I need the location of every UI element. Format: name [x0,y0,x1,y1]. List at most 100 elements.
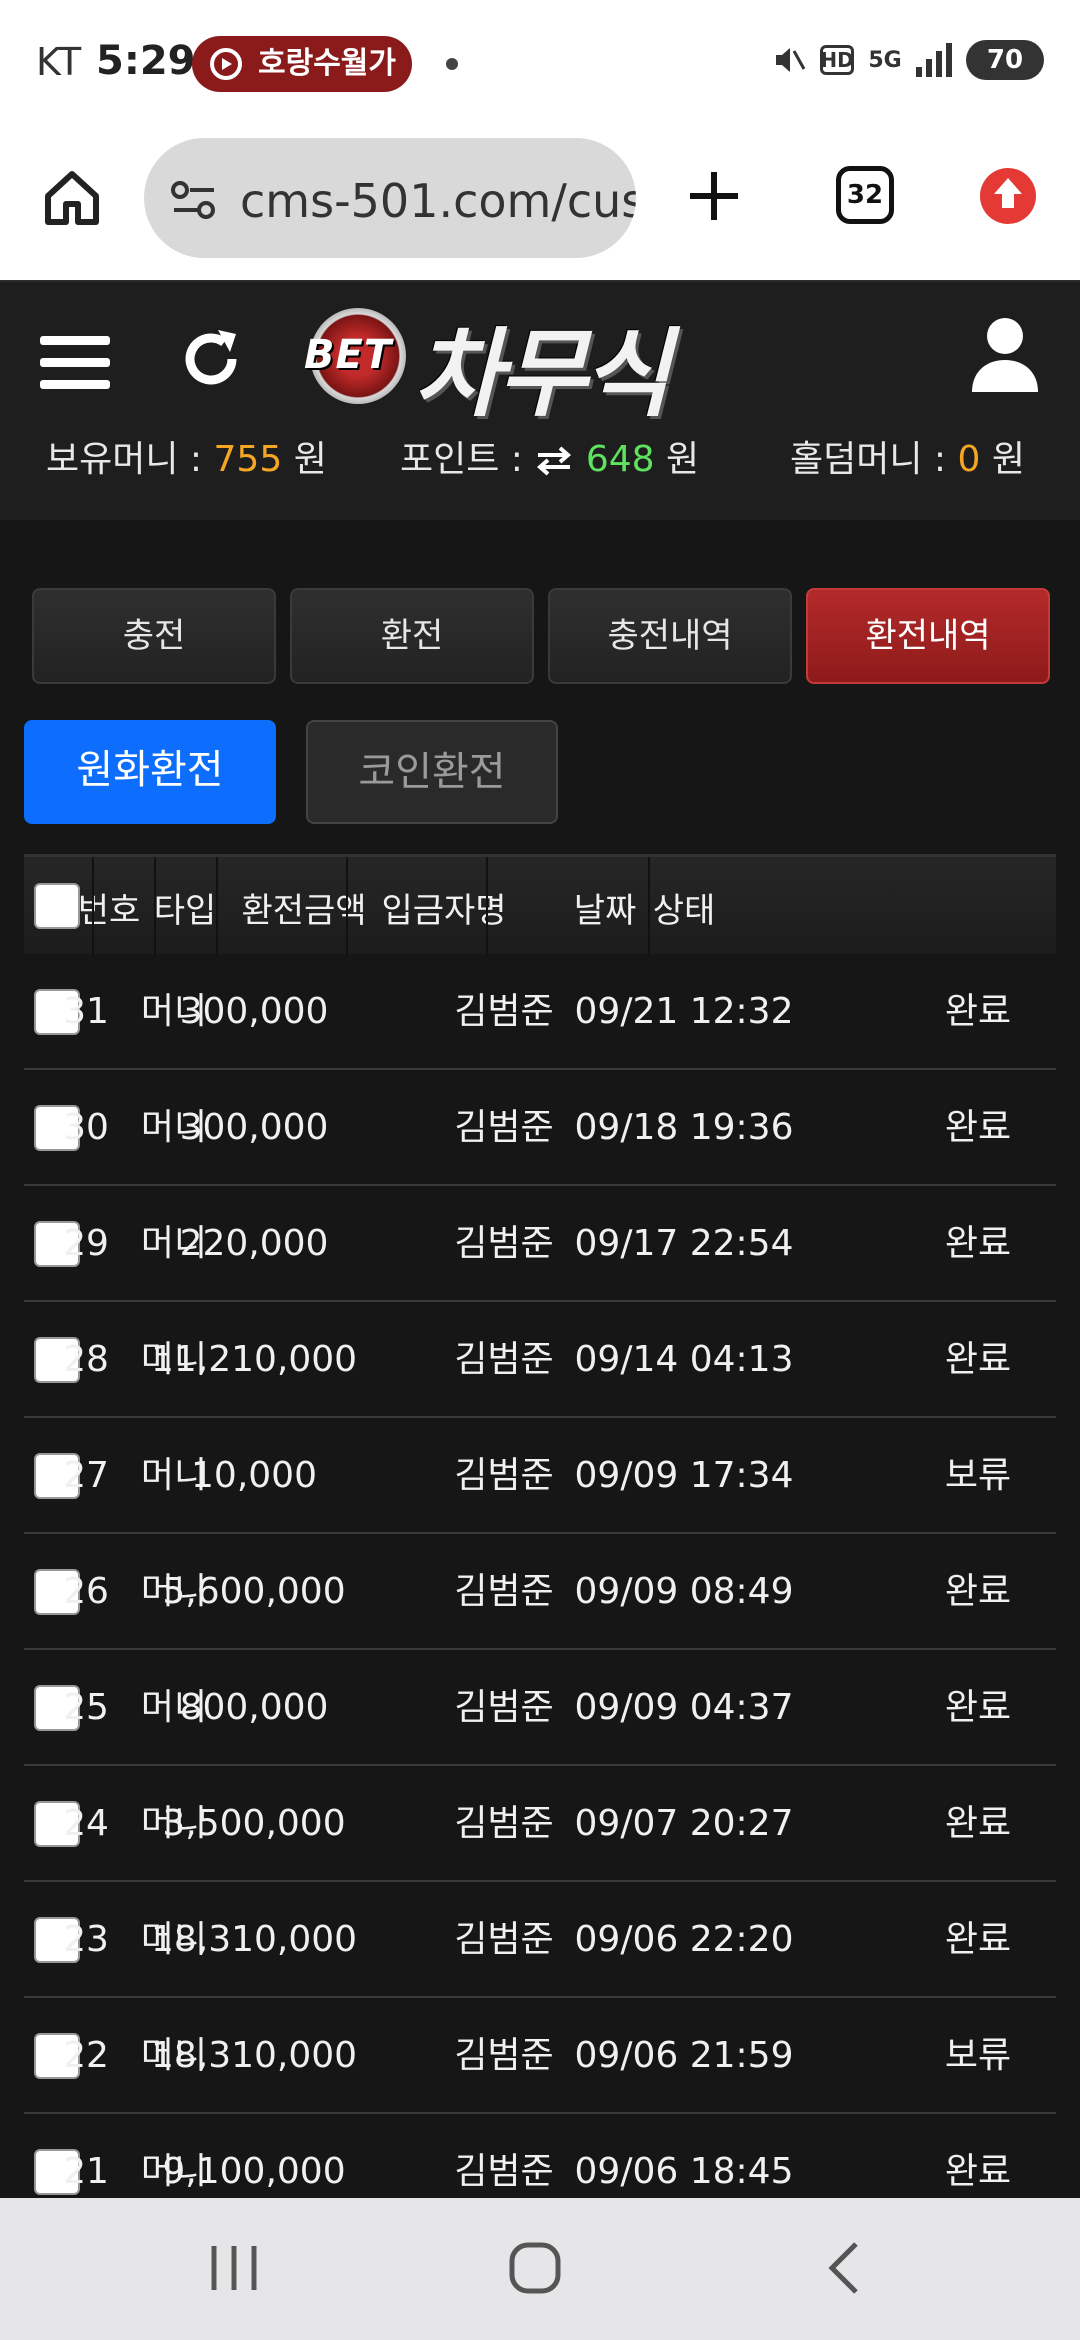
address-bar[interactable]: cms-501.com/cus [144,138,636,258]
cell-amount: 9,100,000 [162,2151,346,2192]
home-icon[interactable] [40,166,104,230]
cell-status: 완료 [944,2151,1012,2192]
media-notification-pill[interactable]: 호랑수월가 [192,36,412,92]
cell-date: 09/07 20:27 [574,1803,794,1844]
cell-status: 완료 [944,1919,1012,1960]
table-row: 25 머니 800,000 김범준 09/09 04:37 완료 [24,1650,1056,1766]
table-row: 23 머니 18,310,000 김범준 09/06 22:20 완료 [24,1882,1056,1998]
media-title: 호랑수월가 [258,46,396,81]
cell-number: 27 [63,1455,109,1496]
table-row: 21 머니 9,100,000 김범준 09/06 18:45 완료 [24,2114,1056,2198]
home-circle-icon[interactable] [500,2238,570,2298]
won-exchange-button[interactable]: 원화환전 [24,720,276,824]
cell-status: 보류 [944,2035,1012,2076]
cell-date: 09/18 19:36 [574,1107,794,1148]
clock: 5:29 [96,38,196,84]
cell-number: 24 [63,1803,109,1844]
url-text: cms-501.com/cus [240,174,636,228]
cell-number: 31 [63,991,109,1032]
table-row: 27 머니 10,000 김범준 09/09 17:34 보류 [24,1418,1056,1534]
status-icons: HD 5G 70 [772,40,1044,80]
cell-status: 완료 [944,1223,1012,1264]
user-icon[interactable] [970,314,1040,394]
cell-date: 09/06 22:20 [574,1919,794,1960]
holding-label: 보유머니 : [46,439,203,480]
cell-amount: 18,310,000 [150,2035,358,2076]
table-row: 24 머니 3,500,000 김범준 09/07 20:27 완료 [24,1766,1056,1882]
tab-withdraw-history[interactable]: 환전내역 [806,588,1050,684]
holding-value: 755 [213,439,283,480]
cell-status: 완료 [944,1803,1012,1844]
hd-voice-icon: HD [820,45,854,75]
tune-icon[interactable] [170,180,218,220]
swap-arrows-icon[interactable] [534,446,574,476]
cell-number: 21 [63,2151,109,2192]
cell-date: 09/06 21:59 [574,2035,794,2076]
browser-toolbar: cms-501.com/cus 32 [0,130,1080,280]
cell-status: 완료 [944,1571,1012,1612]
point-value: 648 [585,439,655,480]
cell-status: 완료 [944,1339,1012,1380]
signal-icon [916,43,952,77]
cell-amount: 5,600,000 [162,1571,346,1612]
holding-unit: 원 [293,439,327,480]
cell-status: 완료 [944,1687,1012,1728]
cell-date: 09/09 04:37 [574,1687,794,1728]
header-status: 상태 [652,891,716,931]
tab-withdraw[interactable]: 환전 [290,588,534,684]
plus-icon[interactable] [684,166,744,226]
system-nav-bar [0,2198,1080,2340]
coin-exchange-button[interactable]: 코인환전 [306,720,558,824]
site-logo[interactable]: BET 차무식 [304,294,764,430]
cell-date: 09/21 12:32 [574,991,794,1032]
battery-icon: 70 [966,40,1044,80]
logo-name: 차무식 [414,318,671,430]
cell-amount: 10,000 [191,1455,317,1496]
notification-dot-icon [446,58,458,70]
point-balance[interactable]: 포인트 : 648 원 [400,430,699,482]
cell-number: 30 [63,1107,109,1148]
table-header: 번호 타입 환전금액 입금자명 날짜 상태 [24,854,1056,957]
cell-number: 23 [63,1919,109,1960]
mute-icon [772,42,806,78]
play-icon [210,48,242,80]
cell-amount: 220,000 [179,1223,329,1264]
site-header: BET 차무식 보유머니 : 755 원 포인트 : 648 원 홀덤머니 : … [0,280,1080,520]
cell-number: 28 [63,1339,109,1380]
cell-date: 09/06 18:45 [574,2151,794,2192]
cell-status: 완료 [944,991,1012,1032]
cell-amount: 3,500,000 [162,1803,346,1844]
holdem-unit: 원 [991,439,1025,480]
network-5g-icon: 5G [868,47,902,73]
holdem-value: 0 [957,439,981,480]
cell-number: 29 [63,1223,109,1264]
cell-status: 보류 [944,1455,1012,1496]
refresh-icon[interactable] [178,326,244,392]
table-row: 31 머니 300,000 김범준 09/21 12:32 완료 [24,954,1056,1070]
point-label: 포인트 : [400,439,523,480]
table-row: 26 머니 5,600,000 김범준 09/09 08:49 완료 [24,1534,1056,1650]
table-row: 28 머니 11,210,000 김범준 09/14 04:13 완료 [24,1302,1056,1418]
table-row: 30 머니 300,000 김범준 09/18 19:36 완료 [24,1070,1056,1186]
currency-tabs: 원화환전 코인환전 [24,720,624,824]
cell-number: 26 [63,1571,109,1612]
back-icon[interactable] [810,2238,880,2298]
main-content: 충전 환전 충전내역 환전내역 원화환전 코인환전 번호 타입 환전금액 입금자… [0,520,1080,2198]
cell-number: 22 [63,2035,109,2076]
cell-amount: 300,000 [179,1107,329,1148]
account-tabs: 충전 환전 충전내역 환전내역 [32,588,1050,684]
carrier-label: KT [36,40,82,84]
tab-deposit[interactable]: 충전 [32,588,276,684]
tab-switcher-button[interactable]: 32 [836,166,894,224]
recent-apps-icon[interactable] [200,2238,270,2298]
arrow-up-icon[interactable] [980,168,1036,224]
logo-prefix: BET [304,332,393,378]
holdem-money: 홀덤머니 : 0 원 [790,430,1025,482]
balance-bar: 보유머니 : 755 원 포인트 : 648 원 홀덤머니 : 0 원 [0,430,1080,500]
holding-money: 보유머니 : 755 원 [46,430,327,482]
hamburger-icon[interactable] [40,332,110,392]
header-number: 번호 [77,891,141,931]
cell-number: 25 [63,1687,109,1728]
tab-deposit-history[interactable]: 충전내역 [548,588,792,684]
cell-amount: 300,000 [179,991,329,1032]
